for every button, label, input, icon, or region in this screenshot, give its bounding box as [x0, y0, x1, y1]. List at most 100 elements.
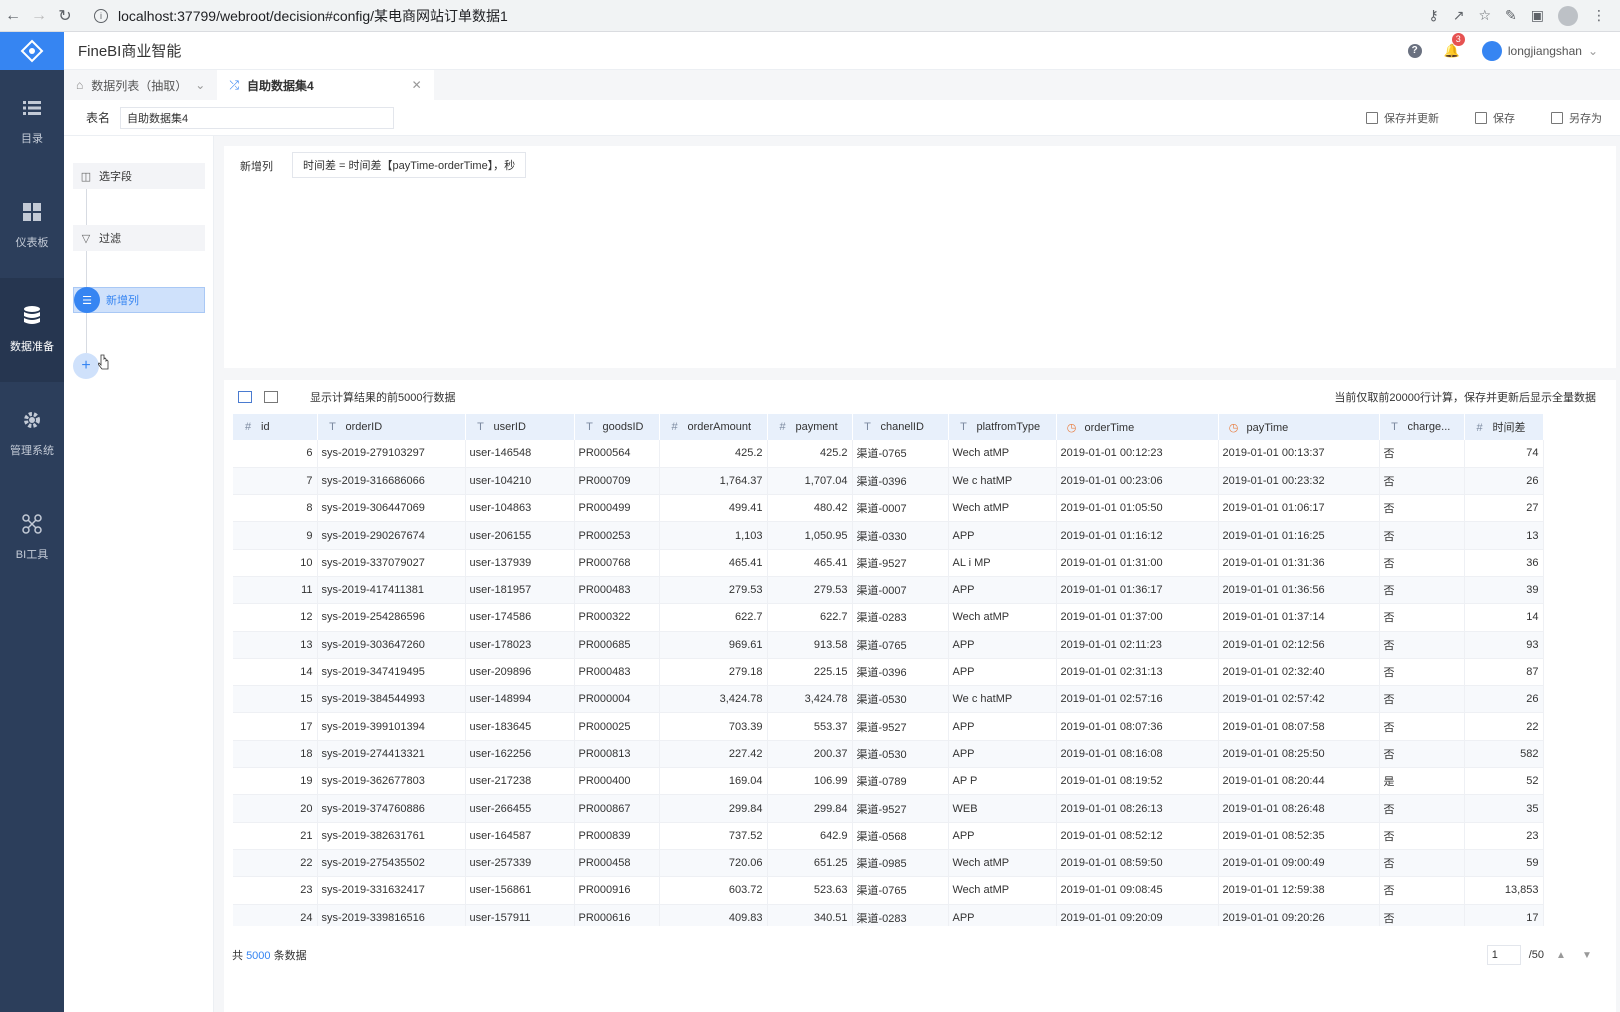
config-label: 新增列	[240, 161, 273, 173]
help-icon[interactable]: ?	[1407, 43, 1422, 58]
column-header[interactable]: ◷ orderTime	[1056, 414, 1219, 440]
back-icon[interactable]: ←	[0, 3, 26, 29]
sidebar-item-dashboard[interactable]: 仪表板	[0, 174, 64, 278]
table-cell: 否	[1379, 876, 1465, 905]
table-row: 24 sys-2019-339816516 user-157911 PR000616 4…	[233, 904, 1544, 926]
sidebar-item-label: 目录	[21, 133, 43, 145]
column-name: goodsID	[602, 421, 644, 433]
app-title: FineBI商业智能	[78, 43, 182, 60]
column-header[interactable]: TgoodsID	[574, 414, 660, 440]
column-header[interactable]: TorderID	[317, 414, 466, 440]
step-new-column[interactable]: ☰ 新增列	[73, 287, 205, 313]
column-name: id	[261, 421, 270, 433]
logo-icon[interactable]	[0, 32, 64, 70]
sidebar-item-management[interactable]: 管理系统	[0, 382, 64, 486]
select-fields-icon: ◫	[80, 170, 92, 183]
list-icon	[22, 98, 42, 118]
share-icon[interactable]: ↗	[1453, 7, 1465, 24]
bell-icon[interactable]: 🔔 3	[1444, 32, 1465, 59]
sidebar-item-bi-tools[interactable]: BI工具	[0, 486, 64, 590]
tab-data-list[interactable]: ⌂ 数据列表（抽取） ⌄	[64, 70, 217, 100]
column-header[interactable]: TplatfromType	[948, 414, 1057, 440]
forward-icon[interactable]: →	[26, 3, 52, 29]
formula-field[interactable]: 时间差 = 时间差【payTime-orderTime】，秒	[292, 152, 527, 178]
table-cell: 651.25	[767, 849, 853, 878]
table-cell: user-217238	[465, 767, 575, 796]
star-icon[interactable]: ☆	[1478, 7, 1491, 24]
page-input[interactable]: 1	[1486, 945, 1521, 965]
total-number: 5000	[246, 950, 271, 962]
extensions-icon[interactable]: ✎	[1505, 7, 1517, 24]
table-cell: 渠道-9527	[852, 794, 949, 823]
column-header[interactable]: # orderAmount	[659, 414, 768, 440]
table-cell: user-257339	[465, 849, 575, 878]
save-update-button[interactable]: 保存并更新	[1366, 110, 1439, 126]
text-type-icon: T	[329, 421, 336, 433]
table-cell: 480.42	[767, 494, 853, 523]
table-cell: 26	[1464, 467, 1544, 496]
close-icon[interactable]: ✕	[412, 78, 422, 92]
column-header[interactable]: # 时间差	[1464, 414, 1544, 440]
table-cell: 2019-01-01 02:12:56	[1218, 631, 1380, 659]
table-cell: 2019-01-01 02:32:40	[1218, 658, 1380, 687]
home-icon: ⌂	[76, 78, 84, 92]
menu-icon[interactable]: ⋮	[1592, 7, 1606, 24]
add-step-button[interactable]: +	[73, 353, 99, 379]
table-cell: 否	[1379, 712, 1465, 741]
profile-icon[interactable]	[1558, 5, 1578, 26]
reload-icon[interactable]: ↻	[52, 3, 78, 29]
cursor-icon	[98, 354, 109, 370]
table-cell: PR000768	[574, 549, 660, 577]
sidebar-item-label: 数据准备	[10, 341, 54, 353]
table-view-icon[interactable]	[264, 391, 278, 403]
info-icon[interactable]: i	[94, 8, 108, 23]
data-table: # id TorderID TuserID TgoodsID # orderAmount # p…	[233, 414, 1544, 926]
column-header[interactable]: Tcharge...	[1379, 414, 1465, 440]
chevron-down-icon[interactable]: ⌄	[195, 78, 205, 92]
save-button[interactable]: 保存	[1475, 110, 1515, 126]
table-cell: 23	[233, 876, 318, 905]
database-icon	[22, 306, 42, 326]
column-header[interactable]: # id	[233, 414, 318, 440]
key-icon[interactable]: ⚷	[1428, 7, 1438, 24]
sidepanel-icon[interactable]: ▣	[1531, 7, 1544, 24]
column-header[interactable]: # payment	[767, 414, 853, 440]
column-header[interactable]: ◷ payTime	[1218, 414, 1380, 440]
step-select-fields[interactable]: ◫ 选字段	[73, 163, 205, 189]
table-cell: 渠道-0765	[852, 876, 949, 905]
table-cell: 否	[1379, 685, 1465, 714]
table-cell: sys-2019-331632417	[317, 876, 466, 905]
next-page-icon[interactable]: ▼	[1578, 946, 1596, 964]
table-cell: 87	[1464, 658, 1544, 687]
text-type-icon: T	[960, 421, 967, 433]
table-cell: PR000322	[574, 603, 660, 632]
table-cell: 2019-01-01 08:19:52	[1056, 767, 1219, 796]
address-bar[interactable]: i localhost:37799/webroot/decision#confi…	[84, 2, 1324, 29]
step-connector	[86, 313, 87, 353]
table-cell: user-146548	[465, 440, 575, 468]
table-cell: PR000685	[574, 631, 660, 659]
sidebar-item-data-prep[interactable]: 数据准备	[0, 278, 64, 382]
tab-dataset[interactable]: ⤮ 自助数据集4 ✕	[217, 70, 434, 100]
table-cell: 否	[1379, 467, 1465, 496]
table-cell: We c hatMP	[948, 685, 1057, 714]
prev-page-icon[interactable]: ▲	[1552, 946, 1570, 964]
table-name-input[interactable]: 自助数据集4	[120, 106, 394, 129]
save-as-button[interactable]: 另存为	[1551, 110, 1602, 126]
table-cell: Wech atMP	[948, 876, 1057, 905]
grid-view-icon[interactable]	[238, 391, 252, 403]
text-type-icon: T	[586, 421, 593, 433]
column-header[interactable]: TchanelID	[852, 414, 949, 440]
user-menu[interactable]: longjiangshan ⌄	[1481, 40, 1598, 61]
table-cell: 465.41	[659, 549, 768, 577]
step-filter[interactable]: ▽ 过滤	[73, 225, 205, 251]
step-connector	[86, 189, 87, 229]
table-cell: APP	[948, 740, 1057, 769]
sidebar-item-catalog[interactable]: 目录	[0, 70, 64, 174]
save-as-icon	[1551, 111, 1563, 124]
column-header[interactable]: TuserID	[465, 414, 575, 440]
column-name: platfromType	[976, 421, 1041, 433]
table-cell: sys-2019-275435502	[317, 849, 466, 878]
table-cell: 737.52	[659, 822, 768, 850]
table-name-label: 表名	[86, 111, 111, 125]
